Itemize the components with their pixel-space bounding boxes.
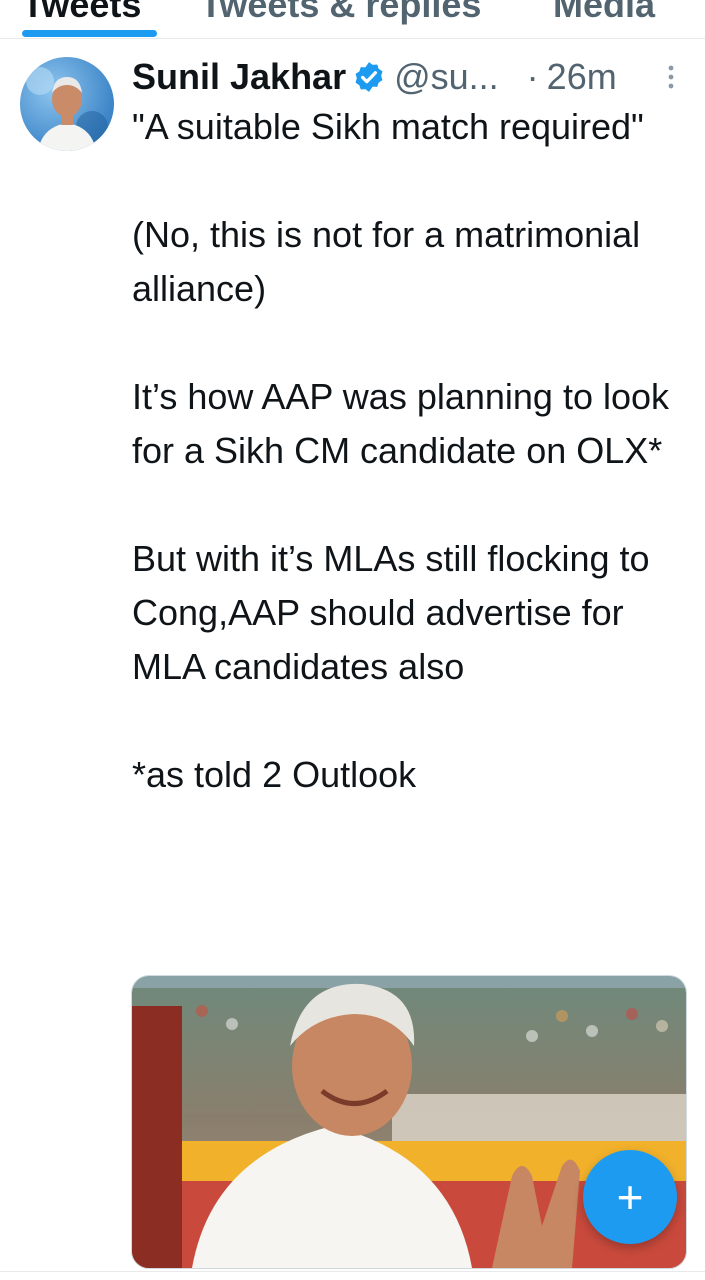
author-name[interactable]: Sunil Jakhar — [132, 56, 346, 98]
tab-media[interactable]: Media — [553, 0, 655, 26]
tweet-paragraph: (No, this is not for a matrimonial allia… — [132, 214, 641, 309]
tweet-timestamp[interactable]: 26m — [547, 56, 617, 98]
profile-tabs: Tweets Tweets & replies Media — [0, 0, 705, 39]
compose-plus-icon: + — [616, 1171, 644, 1223]
avatar[interactable] — [20, 57, 114, 151]
divider — [0, 1271, 705, 1272]
header-separator: · — [526, 56, 539, 97]
tweet-header: Sunil Jakhar @su... · 26m — [132, 52, 687, 102]
active-tab-indicator — [22, 30, 157, 37]
tab-tweets[interactable]: Tweets — [22, 0, 141, 26]
tweet-paragraph: It’s how AAP was planning to look for a … — [132, 376, 670, 471]
tweet-paragraph: *as told 2 Outlook — [132, 754, 417, 795]
author-handle[interactable]: @su... — [394, 56, 499, 98]
profile-timeline-screen: Tweets Tweets & replies Media Sunil Jakh… — [0, 0, 705, 1280]
tweet-paragraph: But with it’s MLAs still flocking to Con… — [132, 538, 650, 687]
tweet-paragraph: "A suitable Sikh match required" — [132, 106, 644, 147]
verified-badge-icon — [355, 62, 383, 92]
more-options-icon[interactable] — [667, 64, 675, 90]
compose-tweet-button[interactable]: + — [583, 1150, 677, 1244]
tweet-text: "A suitable Sikh match required" (No, th… — [132, 100, 692, 802]
tab-tweets-and-replies[interactable]: Tweets & replies — [200, 0, 481, 26]
avatar-image — [26, 67, 108, 151]
